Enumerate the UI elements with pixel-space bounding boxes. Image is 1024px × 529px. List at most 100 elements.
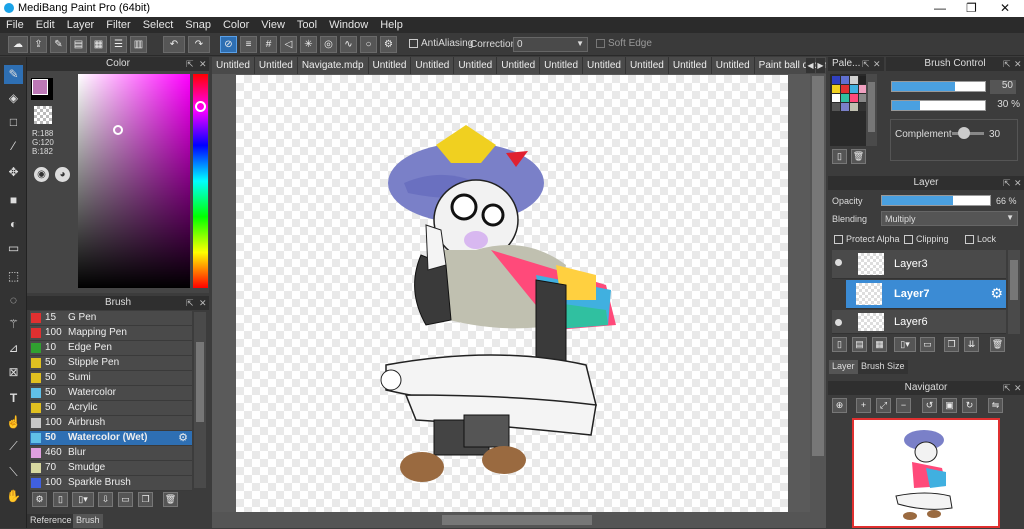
zoom-in-icon[interactable]: +	[856, 398, 871, 413]
snap-off-icon[interactable]: ⊘	[220, 36, 237, 53]
brush-list-item[interactable]: 100 Airbrush	[30, 416, 192, 431]
brush-list-item[interactable]: 10 Edge Pen	[30, 341, 192, 356]
add-palette-color-icon[interactable]: ▯	[832, 149, 847, 164]
new-brush-icon[interactable]: ▯	[53, 492, 68, 507]
scrollbar-thumb[interactable]	[868, 82, 875, 132]
brush-list-item[interactable]: 100 Sparkle Brush	[30, 476, 192, 491]
rectangle-tool-icon[interactable]: □	[4, 113, 23, 132]
palette-swatch[interactable]	[841, 76, 849, 84]
scrollbar-thumb[interactable]	[442, 515, 592, 525]
panel-pin-icon[interactable]: ⇱	[1003, 59, 1011, 70]
palette-swatch[interactable]	[832, 103, 840, 111]
reset-rotation-icon[interactable]: ▣	[942, 398, 957, 413]
scrollbar-thumb[interactable]	[812, 76, 824, 456]
color-picker-icon[interactable]: ◕	[55, 167, 70, 182]
brush-list-item[interactable]: 50 Acrylic	[30, 401, 192, 416]
zoom-icon[interactable]: ⊕	[832, 398, 847, 413]
list-icon[interactable]: ☰	[110, 36, 127, 53]
cloud-icon[interactable]: ☁	[8, 36, 28, 53]
menu-edit[interactable]: Edit	[36, 19, 55, 31]
share-icon[interactable]: ⇪	[30, 36, 47, 53]
add-brush-dropdown-icon[interactable]: ▯▾	[72, 492, 94, 507]
delete-layer-icon[interactable]: 🗑	[990, 337, 1005, 352]
minimize-icon[interactable]: —	[934, 1, 946, 15]
fit-icon[interactable]: ⤢	[876, 398, 891, 413]
hue-slider-handle[interactable]	[195, 101, 206, 112]
visibility-icon[interactable]	[835, 259, 842, 266]
page-icon[interactable]: ▤	[70, 36, 87, 53]
delete-brush-icon[interactable]: 🗑	[163, 492, 178, 507]
document-tab[interactable]: Untitled	[411, 57, 455, 74]
canvas-vertical-scrollbar[interactable]	[810, 74, 826, 512]
brush-opacity-slider[interactable]	[891, 100, 986, 111]
tab-layer[interactable]: Layer	[829, 360, 858, 374]
brush-size-slider[interactable]	[891, 81, 986, 92]
snap-perspective-icon[interactable]: ◁	[280, 36, 297, 53]
palette-swatch[interactable]	[841, 94, 849, 102]
document-tab[interactable]: Untitled	[454, 57, 498, 74]
menu-file[interactable]: File	[6, 19, 24, 31]
undo-icon[interactable]: ↶	[163, 36, 185, 53]
duplicate-brush-icon[interactable]: ❐	[138, 492, 153, 507]
redo-icon[interactable]: ↷	[188, 36, 210, 53]
brush-list-item[interactable]: 70 Smudge	[30, 461, 192, 476]
layer-settings-gear-icon[interactable]: ⚙	[990, 285, 1003, 302]
palette-swatch[interactable]	[850, 76, 858, 84]
brush-list-item[interactable]: 50 Stipple Pen	[30, 356, 192, 371]
layer-list-scrollbar[interactable]	[1008, 250, 1020, 334]
brush-settings-gear-icon[interactable]: ⚙	[178, 431, 188, 444]
layer-opacity-slider[interactable]	[881, 195, 991, 206]
lock-checkbox[interactable]	[965, 235, 974, 245]
brush-list-item[interactable]: 460 Blur	[30, 446, 192, 461]
bucket-tool-icon[interactable]: ◐	[4, 215, 23, 234]
tab-brush-size[interactable]: Brush Size	[858, 360, 908, 374]
brush-settings-icon[interactable]: ⚙	[32, 492, 47, 507]
snap-settings-icon[interactable]: ⚙	[380, 36, 397, 53]
palette-swatch[interactable]	[832, 76, 840, 84]
panel-close-icon[interactable]: ✕	[873, 59, 881, 70]
scrollbar-thumb[interactable]	[1010, 260, 1018, 300]
rotate-right-icon[interactable]: ↻	[962, 398, 977, 413]
snap-radial-icon[interactable]: ✳	[300, 36, 317, 53]
merge-layer-icon[interactable]: ⇊	[964, 337, 979, 352]
brush-list-item[interactable]: 50 Watercolor (Wet) ⚙	[30, 431, 192, 446]
panel-close-icon[interactable]: ✕	[1014, 59, 1022, 70]
zoom-out-icon[interactable]: −	[896, 398, 911, 413]
palette-scrollbar[interactable]	[866, 74, 877, 146]
operation-tool-icon[interactable]: ☝	[4, 413, 23, 432]
layer-row[interactable]: Layer3	[832, 250, 1006, 279]
move-tool-icon[interactable]: ✥	[4, 163, 23, 182]
grid-icon[interactable]: ▥	[130, 36, 147, 53]
divide-tool-icon[interactable]: ⟍	[4, 463, 23, 482]
correction-select[interactable]: 0 ▼	[513, 37, 588, 52]
add-layer-dropdown-icon[interactable]: ▯▾	[894, 337, 916, 352]
brush-list-item[interactable]: 100 Mapping Pen	[30, 326, 192, 341]
delete-palette-color-icon[interactable]: 🗑	[851, 149, 866, 164]
canvas-paper[interactable]	[236, 75, 788, 512]
snap-circle-icon[interactable]: ◎	[320, 36, 337, 53]
saturation-value-picker[interactable]	[78, 74, 190, 288]
menu-snap[interactable]: Snap	[185, 19, 211, 31]
document-tab[interactable]: Untitled	[712, 57, 755, 74]
document-tab[interactable]: Untitled	[497, 57, 541, 74]
clipping-checkbox[interactable]	[904, 235, 913, 245]
snap-grid-icon[interactable]: #	[260, 36, 277, 53]
import-brush-icon[interactable]: ⇩	[98, 492, 113, 507]
maximize-icon[interactable]: ❐	[966, 1, 977, 15]
brush-list-item[interactable]: 50 Watercolor	[30, 386, 192, 401]
scrollbar-thumb[interactable]	[196, 342, 204, 422]
foreground-color-swatch[interactable]	[32, 79, 48, 95]
panel-pin-icon[interactable]: ⇱	[1003, 178, 1011, 189]
panel-close-icon[interactable]: ✕	[199, 298, 207, 309]
menu-help[interactable]: Help	[380, 19, 403, 31]
document-tab[interactable]: Navigate.mdp	[298, 57, 369, 74]
sv-picker-cursor[interactable]	[113, 125, 123, 135]
palette-swatch[interactable]	[832, 85, 840, 93]
palette-grid[interactable]	[830, 74, 867, 146]
brush-folder-icon[interactable]: ▭	[118, 492, 133, 507]
layer-row[interactable]: Layer6	[832, 310, 1006, 334]
blending-select[interactable]: Multiply ▼	[881, 211, 1018, 226]
palette-swatch[interactable]	[850, 103, 858, 111]
palette-swatch[interactable]	[841, 103, 849, 111]
protect-alpha-checkbox[interactable]	[834, 235, 843, 245]
